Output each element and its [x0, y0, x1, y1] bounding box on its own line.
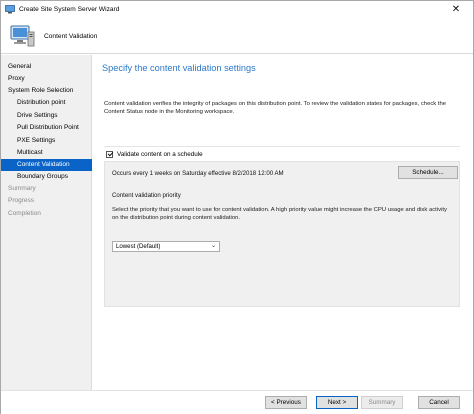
next-button[interactable]: Next > — [316, 396, 358, 409]
nav-item-pxe-settings[interactable]: PXE Settings — [1, 135, 92, 147]
nav-item-completion: Completion — [8, 210, 41, 217]
nav-item-boundary-groups[interactable]: Boundary Groups — [1, 171, 92, 183]
nav-item-content-validation[interactable]: Content Validation — [1, 159, 92, 171]
previous-button[interactable]: < Previous — [265, 396, 307, 409]
main-panel: Specify the content validation settings … — [93, 55, 473, 390]
close-icon[interactable]: ✕ — [443, 3, 469, 17]
cancel-button[interactable]: Cancel — [418, 396, 460, 409]
wizard-header: Content Validation — [1, 19, 473, 54]
wizard-footer: < Previous Next > Summary Cancel — [1, 390, 473, 414]
priority-title: Content validation priority — [112, 192, 181, 199]
wizard-window: Create Site System Server Wizard ✕ Conte… — [0, 0, 474, 414]
nav-item-proxy[interactable]: Proxy — [1, 73, 92, 85]
page-heading: Specify the content validation settings — [102, 63, 256, 73]
chevron-down-icon[interactable]: ⌄ — [211, 242, 216, 251]
title-bar: Create Site System Server Wizard ✕ — [1, 1, 473, 19]
schedule-settings-panel: Occurs every 1 weeks on Saturday effecti… — [104, 161, 460, 307]
schedule-button[interactable]: Schedule... — [398, 166, 458, 179]
schedule-summary: Occurs every 1 weeks on Saturday effecti… — [112, 170, 284, 177]
priority-select-value: Lowest (Default) — [116, 243, 161, 250]
nav-item-pull-distribution-point[interactable]: Pull Distribution Point — [1, 122, 92, 134]
nav-item-summary: Summary — [8, 185, 36, 192]
computer-icon — [5, 5, 15, 14]
nav-item-system-role-selection[interactable]: System Role Selection — [1, 85, 92, 97]
page-description: Content validation verifies the integrit… — [104, 101, 447, 115]
priority-description: Select the priority that you want to use… — [112, 207, 447, 221]
computer-monitor-icon — [10, 25, 35, 47]
nav-item-general[interactable]: General — [1, 61, 92, 73]
validate-checkbox[interactable] — [106, 150, 113, 158]
validate-checkbox-row[interactable]: Validate content on a schedule — [106, 149, 203, 159]
nav-item-drive-settings[interactable]: Drive Settings — [1, 110, 92, 122]
priority-select[interactable]: Lowest (Default) ⌄ — [112, 241, 220, 252]
nav-item-distribution-point[interactable]: Distribution point — [1, 97, 92, 109]
validate-checkbox-label[interactable]: Validate content on a schedule — [117, 151, 203, 158]
summary-button: Summary — [361, 396, 403, 409]
nav-item-multicast[interactable]: Multicast — [1, 147, 92, 159]
wizard-nav: General Proxy System Role Selection Dist… — [1, 55, 92, 390]
window-title: Create Site System Server Wizard — [19, 6, 120, 13]
page-name: Content Validation — [44, 33, 98, 40]
nav-item-progress: Progress — [8, 197, 35, 204]
validation-group: Validate content on a schedule Occurs ev… — [104, 146, 460, 307]
